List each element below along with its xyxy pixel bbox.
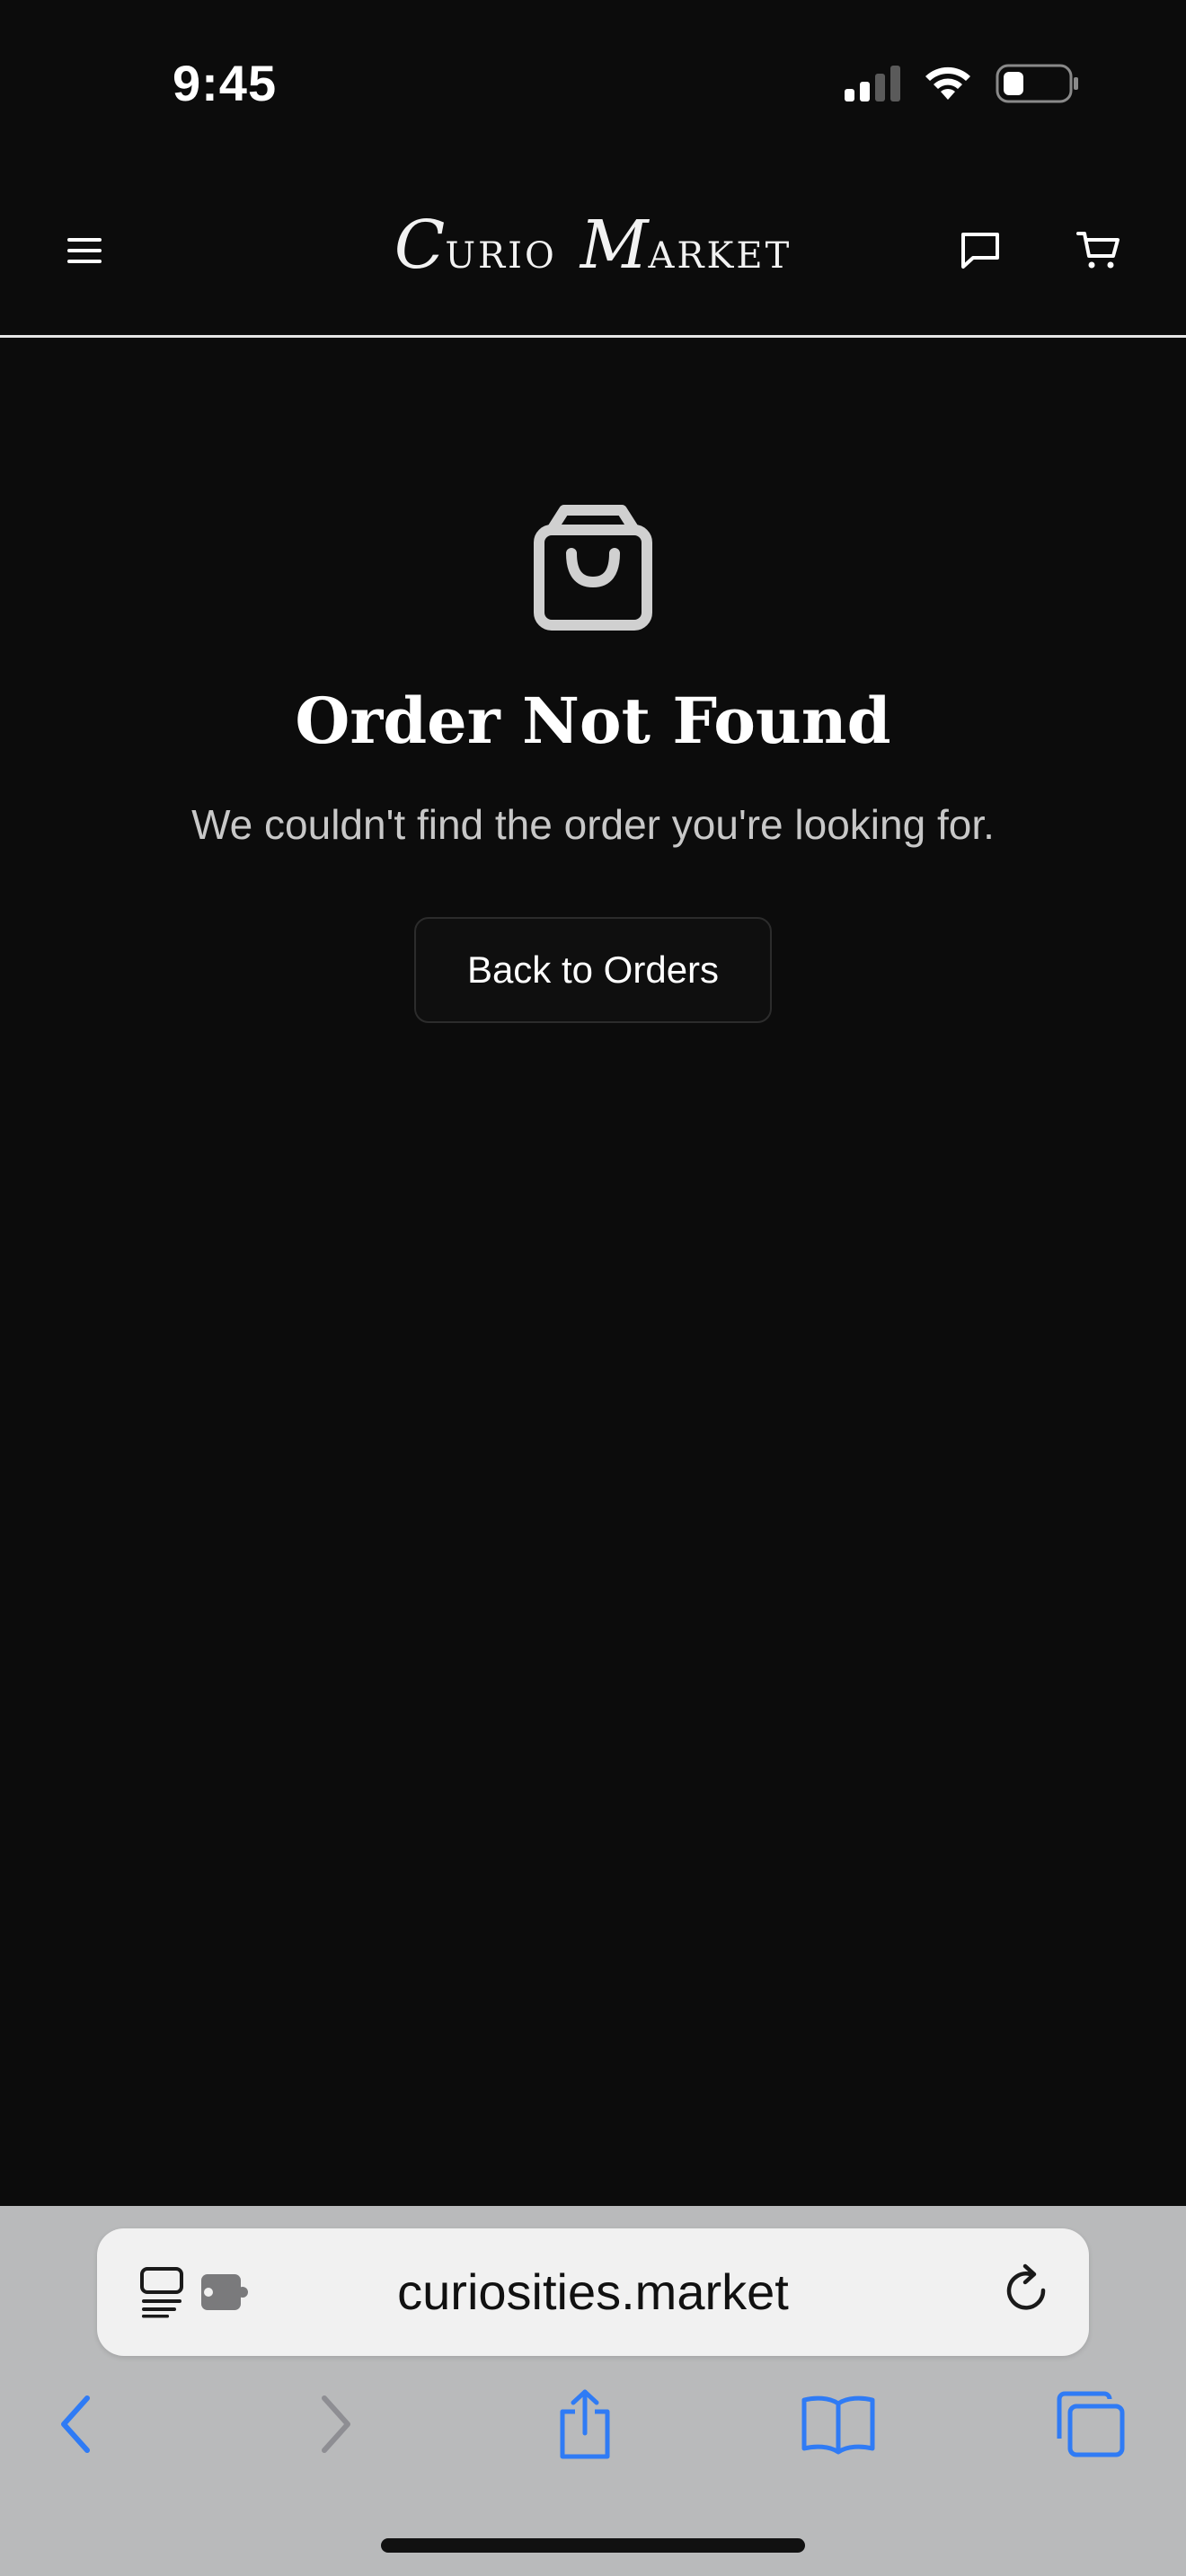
- menu-icon: [66, 235, 105, 270]
- back-icon: [57, 2393, 96, 2460]
- logo-word-market: M ARKET: [580, 212, 792, 278]
- status-icons: [843, 63, 1080, 109]
- url-text: curiosities.market: [397, 2263, 789, 2320]
- share-icon: [555, 2388, 615, 2465]
- browser-bottom-bar: curiosities.market: [0, 2206, 1186, 2576]
- bookmarks-icon: [801, 2393, 876, 2460]
- order-not-found-panel: Order Not Found We couldn't find the ord…: [0, 503, 1186, 1023]
- tabs-button[interactable]: [1040, 2377, 1139, 2475]
- site-logo[interactable]: C URIO M ARKET: [377, 196, 809, 295]
- address-bar[interactable]: curiosities.market: [97, 2228, 1089, 2356]
- reload-button[interactable]: [996, 2261, 1058, 2324]
- site-header: C URIO M ARKET: [0, 171, 1186, 338]
- forward-button[interactable]: [286, 2377, 385, 2475]
- messages-button[interactable]: [940, 212, 1021, 293]
- back-to-orders-button[interactable]: Back to Orders: [414, 917, 772, 1023]
- share-button[interactable]: [535, 2377, 634, 2475]
- logo-initial-m: M: [580, 207, 649, 284]
- not-found-message: We couldn't find the order you're lookin…: [191, 801, 995, 848]
- logo-word-curio: C URIO: [394, 212, 557, 278]
- cart-button[interactable]: [1058, 212, 1139, 293]
- cellular-signal-icon: [843, 64, 900, 108]
- menu-button[interactable]: [45, 212, 126, 293]
- logo-initial-c: C: [394, 207, 446, 284]
- cart-icon: [1076, 230, 1121, 276]
- forward-icon: [315, 2393, 355, 2460]
- bookmarks-button[interactable]: [789, 2377, 888, 2475]
- browser-toolbar: [0, 2377, 1186, 2484]
- status-time: 9:45: [173, 55, 278, 111]
- page: 9:45 C URIO M ARKET Order Not Found We c…: [0, 0, 1186, 2576]
- logo-rest-arket: ARKET: [648, 235, 792, 277]
- wifi-icon: [922, 64, 974, 108]
- battery-icon: [996, 63, 1080, 109]
- tabs-icon: [1054, 2390, 1126, 2463]
- status-bar: 9:45: [0, 0, 1186, 171]
- chat-icon: [959, 230, 1002, 276]
- back-button[interactable]: [27, 2377, 126, 2475]
- shopping-bag-icon: [534, 505, 652, 631]
- page-title: Order Not Found: [295, 684, 891, 758]
- reload-icon: [1002, 2263, 1052, 2322]
- logo-rest-urio: URIO: [445, 235, 557, 277]
- home-indicator: [381, 2538, 805, 2553]
